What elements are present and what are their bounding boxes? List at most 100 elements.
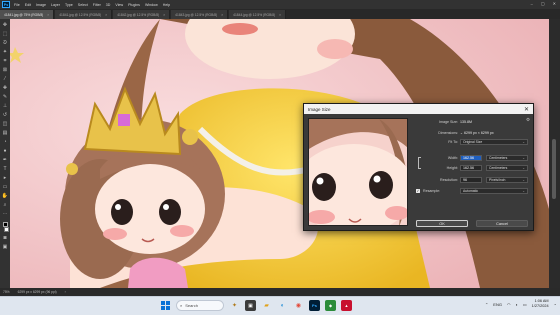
windows-start-icon[interactable] <box>160 300 171 311</box>
document-tab[interactable]: 41842.jpg @ 12.5% (RGB/8) × <box>113 10 171 19</box>
eraser-tool-icon[interactable]: ◫ <box>2 121 8 127</box>
hand-tool-icon[interactable]: ✋ <box>2 193 8 199</box>
history-brush-tool-icon[interactable]: ↺ <box>2 112 8 118</box>
tab-close-icon[interactable]: × <box>279 13 281 17</box>
gradient-tool-icon[interactable]: ▤ <box>2 130 8 136</box>
clone-stamp-tool-icon[interactable]: ⊥ <box>2 103 8 109</box>
tab-close-icon[interactable]: × <box>47 13 49 17</box>
document-tab[interactable]: 41843.jpg @ 12.5% (RGB/8) × <box>171 10 229 19</box>
width-unit-select[interactable]: Centimeters ⌄ <box>486 154 528 161</box>
tab-close-icon[interactable]: × <box>221 13 223 17</box>
menu-window[interactable]: Window <box>145 3 158 7</box>
menu-filter[interactable]: Filter <box>93 3 101 7</box>
crop-tool-icon[interactable]: ⌗ <box>2 58 8 64</box>
dodge-tool-icon[interactable]: ● <box>2 148 8 154</box>
menu-file[interactable]: File <box>14 3 20 7</box>
type-tool-icon[interactable]: T <box>2 166 8 172</box>
more-tools-icon[interactable]: ⋯ <box>2 211 8 217</box>
status-arrow-icon[interactable]: › <box>65 290 66 294</box>
menu-3d[interactable]: 3D <box>106 3 111 7</box>
width-input[interactable]: 162.56 <box>460 154 482 161</box>
blur-tool-icon[interactable]: ◔ <box>2 139 8 145</box>
date: 1/27/2024 <box>531 304 549 308</box>
edge-browser-icon[interactable]: ◐ <box>277 300 288 311</box>
tab-close-icon[interactable]: × <box>163 13 165 17</box>
volume-icon[interactable]: ◖ <box>515 302 517 307</box>
fit-to-label: Fit To: <box>448 139 458 144</box>
document-tab[interactable]: 41841.jpg @ 75% (RGB/8) × <box>0 10 55 19</box>
lasso-tool-icon[interactable]: ᘐ <box>2 40 8 46</box>
resample-checkbox[interactable]: ✓ <box>416 188 420 193</box>
background-color-swatch[interactable] <box>4 227 9 232</box>
minimize-icon[interactable]: – <box>531 1 533 6</box>
store-icon[interactable]: ▲ <box>341 300 352 311</box>
dimensions-value[interactable]: ⌄ 6299 px × 6299 px <box>460 131 494 135</box>
ok-button[interactable]: OK <box>416 220 468 227</box>
document-tab[interactable]: 41844.jpg @ 12.5% (RGB/8) × <box>229 10 287 19</box>
quick-mask-icon[interactable]: ◙ <box>2 235 8 241</box>
brush-tool-icon[interactable]: ✎ <box>2 94 8 100</box>
fit-to-row: Fit To: Original Size ⌄ <box>414 138 532 145</box>
dialog-title: Image Size <box>308 106 331 112</box>
height-unit-select[interactable]: Centimeters ⌄ <box>486 164 528 171</box>
menu-layer[interactable]: Layer <box>51 3 60 7</box>
menu-plugins[interactable]: Plugins <box>128 3 140 7</box>
resolution-input[interactable]: 96 <box>460 176 482 183</box>
file-explorer-icon[interactable]: ▰ <box>261 300 272 311</box>
fit-to-select[interactable]: Original Size ⌄ <box>460 138 528 145</box>
photoshop-taskbar-icon[interactable]: Ps <box>309 300 320 311</box>
marquee-tool-icon[interactable]: ⬚ <box>2 31 8 37</box>
frame-tool-icon[interactable]: ⊠ <box>2 67 8 73</box>
healing-brush-tool-icon[interactable]: ✚ <box>2 85 8 91</box>
vertical-scrollbar[interactable] <box>552 139 556 199</box>
width-label: Width: <box>447 155 458 160</box>
dimensions-label: Dimensions: <box>438 130 458 135</box>
resample-row: ✓ Resample: Automatic ⌄ <box>414 187 532 194</box>
zoom-tool-icon[interactable]: ⌕ <box>2 202 8 208</box>
rectangle-tool-icon[interactable]: ▭ <box>2 184 8 190</box>
dimensions-row: Dimensions: ⌄ 6299 px × 6299 px <box>414 129 532 136</box>
screen-mode-icon[interactable]: ▣ <box>2 244 8 250</box>
language-indicator[interactable]: ENG <box>493 302 502 307</box>
close-icon[interactable]: ✕ <box>524 106 529 113</box>
height-input[interactable]: 162.56 <box>460 164 482 171</box>
height-row: Height: 162.56 Centimeters ⌄ <box>414 164 532 171</box>
chevron-up-icon[interactable]: ⌃ <box>485 302 488 307</box>
wifi-icon[interactable]: ◠ <box>507 302 511 307</box>
widget-eagle-icon[interactable]: ✦ <box>229 300 240 311</box>
menu-select[interactable]: Select <box>78 3 88 7</box>
app-icon[interactable]: ◆ <box>325 300 336 311</box>
document-tab[interactable]: 41841.jpg @ 12.5% (RGB/8) × <box>55 10 113 19</box>
image-preview[interactable] <box>308 118 408 226</box>
move-tool-icon[interactable]: ✥ <box>2 22 8 28</box>
resample-select[interactable]: Automatic ⌄ <box>460 187 528 194</box>
chrome-browser-icon[interactable]: ◉ <box>293 300 304 311</box>
magic-wand-tool-icon[interactable]: ✦ <box>2 49 8 55</box>
image-size-row: Image Size: 135.8M <box>414 118 532 125</box>
eyedropper-tool-icon[interactable]: ⁄ <box>2 76 8 82</box>
notification-icon[interactable]: ◔ <box>554 302 556 307</box>
pen-tool-icon[interactable]: ✒ <box>2 157 8 163</box>
maximize-icon[interactable]: ▢ <box>541 1 545 6</box>
menu-edit[interactable]: Edit <box>25 3 31 7</box>
menu-view[interactable]: View <box>115 3 123 7</box>
image-size-value: 135.8M <box>460 119 472 124</box>
menu-image[interactable]: Image <box>36 3 46 7</box>
dialog-title-bar[interactable]: Image Size ✕ <box>304 104 533 114</box>
cancel-button[interactable]: Cancel <box>476 220 528 227</box>
close-window-icon[interactable]: ✕ <box>553 1 556 6</box>
photoshop-logo[interactable]: Ps <box>2 1 10 8</box>
battery-icon[interactable]: ▭ <box>523 302 527 307</box>
tab-close-icon[interactable]: × <box>105 13 107 17</box>
menu-type[interactable]: Type <box>65 3 73 7</box>
path-selection-tool-icon[interactable]: ▸ <box>2 175 8 181</box>
resample-value: Automatic <box>463 188 479 193</box>
system-tray: ⌃ ENG ◠ ◖ ▭ 1:06 AM 1/27/2024 ◔ <box>485 299 556 309</box>
resolution-unit-select[interactable]: Pixels/Inch ⌄ <box>486 176 528 183</box>
menu-help[interactable]: Help <box>163 3 170 7</box>
task-view-icon[interactable]: ▣ <box>245 300 256 311</box>
taskbar-search[interactable]: ⌕ Search <box>176 300 224 311</box>
chevron-down-icon: ⌄ <box>522 177 525 182</box>
clock[interactable]: 1:06 AM 1/27/2024 <box>532 299 549 309</box>
zoom-level[interactable]: 75% <box>3 290 10 294</box>
